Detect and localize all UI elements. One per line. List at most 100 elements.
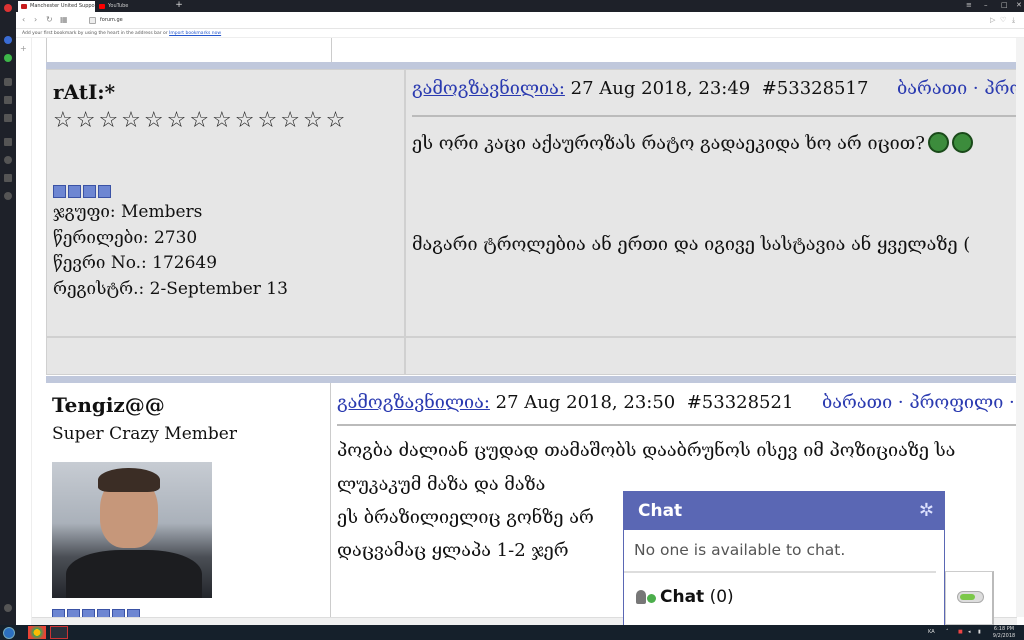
post-username[interactable]: Tengiz@@ (52, 393, 165, 417)
import-bookmarks-link[interactable]: Import bookmarks now (169, 31, 221, 36)
post-footer-right (405, 337, 1022, 375)
chat-widget: Chat ✲ No one is available to chat. Chat… (623, 491, 945, 625)
author-posts: წერილები: 2730 (53, 227, 198, 248)
back-icon[interactable]: ‹ (22, 15, 25, 25)
rating-stars: ☆☆☆☆☆☆☆☆☆☆☆☆☆ (53, 108, 349, 133)
forward-icon[interactable]: › (34, 15, 37, 25)
search-icon[interactable] (4, 78, 12, 86)
taskbar: KA ˄ ■ ◂ ▮ 6:18 PM 9/2/2018 (0, 625, 1024, 640)
member-title: Super Crazy Member (52, 424, 237, 444)
lock-icon (89, 17, 96, 24)
author-registered: რეგისტრ.: 2-September 13 (53, 278, 288, 299)
chat-toggle[interactable] (957, 591, 984, 603)
speed-dial-icon[interactable]: ▦ (60, 15, 68, 25)
author-member-no: წევრი No.: 172649 (53, 253, 218, 273)
post-divider (46, 62, 1022, 69)
tab-youtube[interactable]: YouTube (96, 1, 173, 12)
post-line: ლუკაკუმ მაზა და მაზა (337, 474, 546, 495)
post-number[interactable]: #53328521 (687, 392, 794, 413)
rank-pip (83, 185, 96, 198)
avatar (52, 462, 212, 598)
chat-count: (0) (709, 587, 734, 607)
post-header: გამოგზავნილია: 27 Aug 2018, 23:49 #53328… (412, 78, 1024, 99)
post-line: დაცვამაც ყლაპა 1-2 ჯერ (337, 540, 569, 561)
minimize-icon[interactable]: – (984, 0, 988, 10)
post-body-cell: გამოგზავნილია: 27 Aug 2018, 23:49 #53328… (405, 69, 1024, 337)
start-button[interactable] (3, 627, 15, 639)
post-date: 27 Aug 2018, 23:50 (495, 392, 676, 413)
close-icon[interactable]: ✕ (1016, 0, 1022, 10)
add-panel-icon[interactable]: + (20, 44, 27, 53)
youtube-icon (99, 4, 105, 9)
opera-sidebar (0, 0, 16, 625)
post-footer-left (46, 337, 405, 375)
author-group: ჯგუფი: Members (53, 202, 203, 222)
more-icon[interactable] (4, 604, 12, 612)
post-header-rule (337, 424, 1023, 426)
bookmark-heart-icon[interactable]: ♡ (1000, 15, 1006, 25)
apps-icon[interactable] (4, 138, 12, 146)
messenger-icon[interactable] (4, 36, 12, 44)
whatsapp-icon[interactable] (4, 54, 12, 62)
play-icon[interactable] (4, 96, 12, 104)
rank-pip (98, 185, 111, 198)
maximize-icon[interactable]: □ (1001, 0, 1008, 10)
bookmark-hint-text: Add your first bookmark by using the hea… (22, 31, 168, 36)
gear-icon[interactable]: ✲ (919, 492, 934, 530)
post-header-rule (412, 115, 1023, 117)
opera-logo-icon[interactable] (4, 4, 12, 12)
post-actions[interactable]: ბარათი · პროფილი · პ (822, 392, 1024, 413)
rank-pips (53, 185, 111, 198)
rank-pip (53, 185, 66, 198)
chat-label: Chat (660, 587, 705, 607)
camera-snapshot-icon[interactable]: ▷ (990, 15, 995, 25)
previous-post-bottom (46, 38, 1022, 62)
new-tab-button[interactable]: + (174, 0, 184, 12)
user-icon (636, 590, 646, 604)
heart-icon[interactable] (4, 156, 12, 164)
language-indicator[interactable]: KA (928, 629, 935, 636)
url-field[interactable]: forum.ge (86, 15, 1006, 26)
clock-time[interactable]: 6:18 PM (990, 626, 1018, 633)
post-line: ეს ბრაზილიელიც გონზე არ (337, 507, 594, 528)
chat-toggle-panel (945, 571, 994, 625)
volume-icon[interactable]: ◂ (968, 629, 971, 636)
history-icon[interactable] (4, 192, 12, 200)
camera-icon[interactable] (4, 114, 12, 122)
chat-status-row[interactable]: Chat (0) (624, 573, 944, 621)
post-author-cell: Tengiz@@ Super Crazy Member (46, 383, 330, 625)
post-actions[interactable]: ბარათი · პროფ (897, 78, 1024, 99)
url-text: forum.ge (100, 17, 123, 23)
tab-manchester-united[interactable]: Manchester United Suppo (18, 1, 95, 12)
vertical-scrollbar[interactable] (1016, 38, 1024, 617)
post-author-cell: rAtI:* ☆☆☆☆☆☆☆☆☆☆☆☆☆ ჯგუფი: Members წერი… (46, 69, 405, 337)
download-icon[interactable]: ⤓ (1012, 15, 1015, 25)
reload-icon[interactable]: ↻ (46, 15, 53, 25)
posted-label-link[interactable]: გამოგზავნილია: (412, 78, 565, 99)
post-line: ეს ორი კაცი აქაუროზას რატო გადაეკიდა ხო … (412, 132, 973, 154)
online-status-icon (647, 594, 656, 603)
opera-taskbar-icon[interactable] (50, 626, 68, 639)
chat-title: Chat (638, 501, 683, 521)
news-icon[interactable] (4, 174, 12, 182)
post-text: ეს ორი კაცი აქაუროზას რატო გადაეკიდა ხო … (412, 133, 925, 154)
tray-chevron-icon[interactable]: ˄ (946, 629, 949, 636)
posted-label-link[interactable]: გამოგზავნილია: (337, 392, 490, 413)
tab-favicon-icon (21, 4, 27, 9)
chrome-taskbar-icon[interactable] (28, 626, 46, 639)
rank-pip (68, 185, 81, 198)
tab-menu-icon[interactable]: ≡ (966, 0, 972, 10)
tab-title: YouTube (108, 3, 129, 9)
post-date: 27 Aug 2018, 23:49 (570, 78, 751, 99)
network-icon[interactable]: ▮ (978, 629, 981, 636)
chat-header[interactable]: Chat ✲ (624, 492, 944, 530)
address-bar-row: ‹ › ↻ ▦ forum.ge ▷ ♡ ⤓ (16, 12, 1024, 29)
smiley-icon (927, 132, 949, 153)
clock-date[interactable]: 9/2/2018 (990, 633, 1018, 640)
post-number[interactable]: #53328517 (762, 78, 869, 99)
post-divider (46, 376, 1022, 383)
security-tray-icon[interactable]: ■ (958, 629, 963, 636)
chat-empty-message: No one is available to chat. (624, 530, 936, 573)
post-username[interactable]: rAtI:* (53, 80, 115, 104)
author-info: ჯგუფი: Members წერილები: 2730 წევრი No.:… (53, 200, 288, 302)
